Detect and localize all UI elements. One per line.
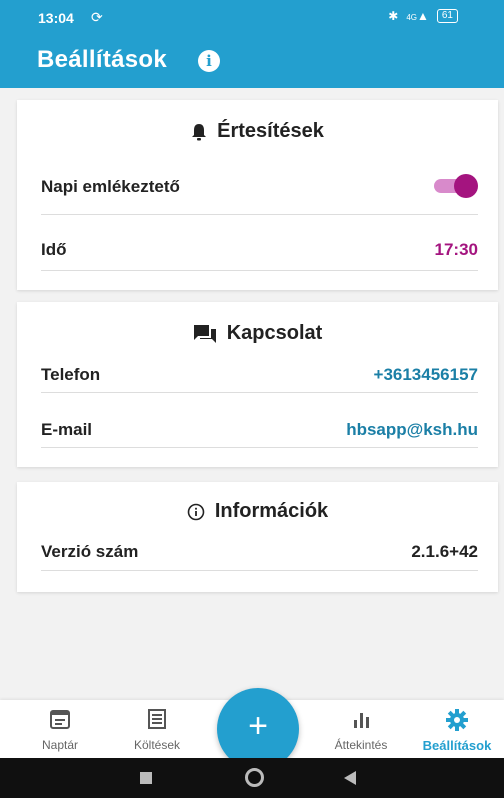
daily-reminder-label: Napi emlékeztető (41, 177, 180, 196)
notifications-card: Értesítések Napi emlékeztető Idő 17:30 (17, 100, 498, 290)
sync-icon: ⟳ (91, 9, 103, 25)
nav-overview-label: Áttekintés (334, 738, 388, 752)
info-circle-icon (187, 503, 205, 521)
recent-apps-button[interactable] (140, 772, 152, 784)
email-value[interactable]: hbsapp@ksh.hu (346, 420, 478, 440)
home-button[interactable] (245, 768, 264, 787)
bell-icon (192, 123, 207, 141)
contact-card: Kapcsolat Telefon +3613456157 E-mail hbs… (17, 302, 498, 467)
info-heading: Információk (17, 500, 498, 523)
info-icon[interactable]: i (198, 50, 220, 72)
nav-overview[interactable]: Áttekintés (318, 700, 404, 758)
phone-value[interactable]: +3613456157 (374, 365, 478, 385)
notifications-heading-text: Értesítések (217, 120, 324, 143)
email-label: E-mail (41, 420, 93, 439)
nav-settings[interactable]: Beállítások (410, 700, 504, 758)
version-row: Verzió szám 2.1.6+42 (41, 538, 478, 571)
status-time: 13:04 (38, 10, 74, 26)
nav-expenses[interactable]: Költések (115, 700, 199, 758)
notifications-heading: Értesítések (17, 120, 498, 143)
version-value: 2.1.6+42 (411, 542, 478, 561)
email-row[interactable]: E-mail hbsapp@ksh.hu (41, 415, 478, 448)
app-bar: Beállítások i (0, 36, 504, 88)
phone-label: Telefon (41, 365, 101, 384)
signal-icon: 4G▲ (406, 9, 429, 23)
nav-expenses-label: Költések (133, 738, 181, 752)
time-label: Idő (41, 240, 67, 259)
back-button[interactable] (344, 771, 356, 785)
chat-icon (193, 324, 216, 343)
info-heading-text: Információk (214, 500, 329, 523)
receipt-icon (148, 709, 166, 729)
status-bar: 13:04 ⟳ ✱ 4G▲ 61 (0, 0, 504, 36)
time-row[interactable]: Idő 17:30 (41, 230, 478, 271)
nav-calendar-label: Naptár (41, 738, 79, 752)
phone-row[interactable]: Telefon +3613456157 (41, 362, 478, 393)
contact-heading: Kapcsolat (17, 322, 498, 345)
bar-chart-icon (354, 713, 369, 728)
page-title: Beállítások (37, 46, 168, 73)
toggle-thumb (454, 174, 478, 198)
daily-reminder-toggle[interactable] (430, 174, 478, 198)
nav-calendar[interactable]: Naptár (20, 700, 100, 758)
info-card: Információk Verzió szám 2.1.6+42 (17, 482, 498, 592)
gear-icon (446, 709, 468, 731)
status-icons: ✱ 4G▲ 61 (388, 9, 458, 23)
bluetooth-icon: ✱ (388, 9, 399, 23)
version-label: Verzió szám (41, 542, 139, 561)
calendar-icon (50, 710, 70, 729)
battery-icon: 61 (436, 9, 458, 23)
daily-reminder-row[interactable]: Napi emlékeztető (41, 174, 478, 215)
contact-heading-text: Kapcsolat (226, 322, 323, 345)
system-nav-bar (0, 758, 504, 798)
time-value[interactable]: 17:30 (435, 240, 478, 260)
nav-settings-label: Beállítások (422, 738, 492, 753)
